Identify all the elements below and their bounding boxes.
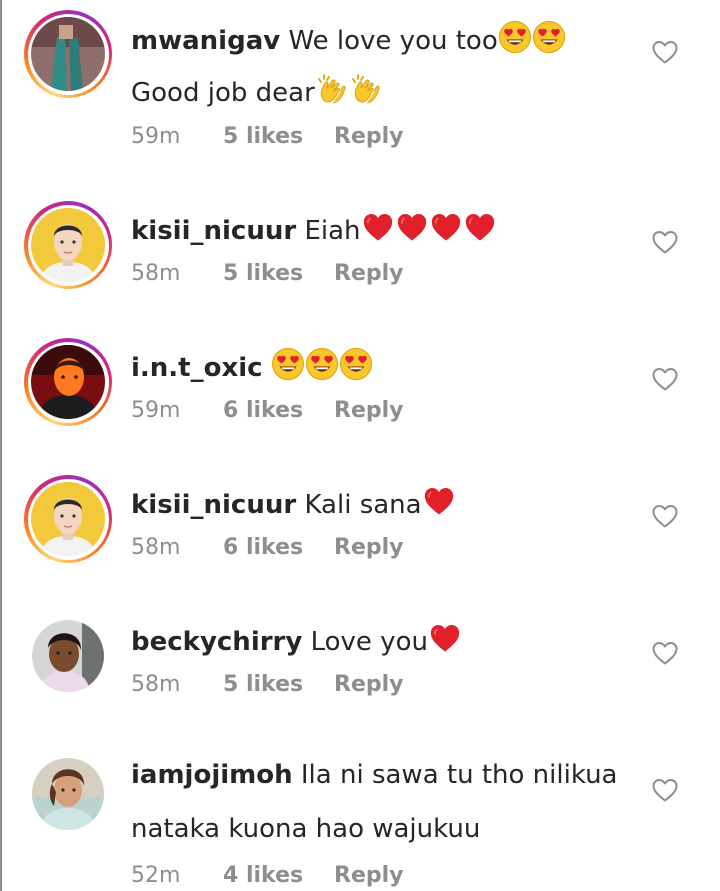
comment-time: 52m (131, 863, 181, 888)
comment-body: Ila ni sawa tu tho nilikua (300, 760, 618, 790)
avatar-photo (32, 758, 104, 830)
like-heart-icon[interactable] (651, 777, 679, 803)
comment-body: nataka kuona hao wajukuu (131, 814, 481, 844)
comment-text: iamjojimoh Ila ni sawa tu tho nilikua (131, 758, 618, 792)
comment-text-line-2: nataka kuona hao wajukuu (131, 812, 480, 846)
comment-item: iamjojimoh Ila ni sawa tu tho nilikua na… (0, 0, 720, 891)
avatar[interactable] (32, 758, 104, 830)
comment-meta: 52m 4 likes Reply (131, 862, 404, 890)
reply-button[interactable]: Reply (334, 862, 404, 890)
username[interactable]: iamjojimoh (131, 760, 293, 790)
likes-count[interactable]: 4 likes (223, 862, 334, 890)
